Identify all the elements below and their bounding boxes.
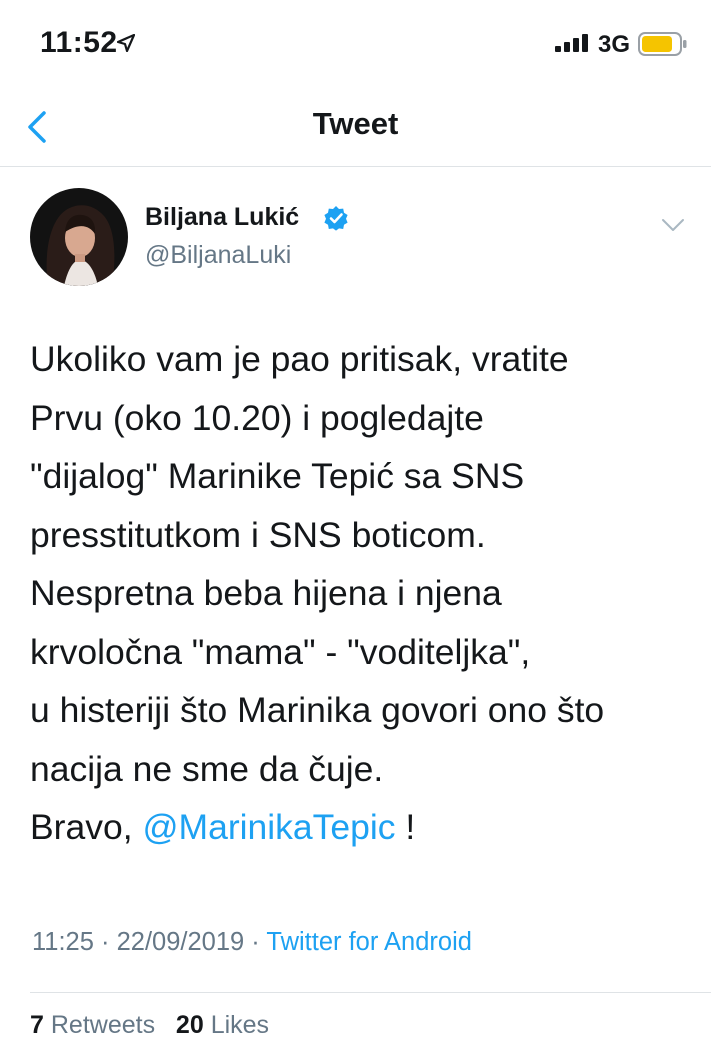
avatar[interactable] xyxy=(30,188,128,286)
retweets-count: 7 xyxy=(30,1011,44,1039)
author-name[interactable]: Biljana Lukić xyxy=(145,203,299,232)
verified-badge-icon xyxy=(323,205,349,236)
chevron-down-icon xyxy=(662,219,684,231)
signal-bars-icon xyxy=(555,34,589,57)
tweet-line-prefix: Bravo, xyxy=(30,807,143,847)
author-handle[interactable]: @BiljanaLuki xyxy=(145,241,291,270)
tweet-text: Ukoliko vam je pao pritisak, vratite Prv… xyxy=(30,330,690,857)
tweet-line: presstitutkom i SNS boticom. xyxy=(30,514,486,555)
tweet-line-suffix: ! xyxy=(395,807,416,847)
tweet-time: 11:25 xyxy=(32,928,94,956)
tweet-line: u histeriji što Marinika govori ono što xyxy=(30,690,605,730)
status-time: 11:52 xyxy=(40,26,118,59)
battery-icon xyxy=(638,32,688,61)
divider xyxy=(30,992,711,993)
tweet-source-link[interactable]: Twitter for Android xyxy=(266,928,472,956)
mention-link[interactable]: @MarinikaTepic xyxy=(142,807,395,847)
status-bar: 11:52 3G xyxy=(0,0,711,90)
tweet-line: Prvu (oko 10.20) i pogledajte xyxy=(30,397,484,438)
nav-bar: Tweet xyxy=(0,90,711,167)
likes-label: Likes xyxy=(210,1011,270,1039)
more-options-button[interactable] xyxy=(660,212,686,238)
meta-separator: · xyxy=(93,928,117,956)
tweet-stats: 7 Retweets 20 Likes xyxy=(30,1011,269,1040)
location-arrow-icon xyxy=(116,33,136,57)
tweet-line: "dijalog" Marinike Tepić sa SNS xyxy=(30,456,525,496)
retweets-stat[interactable]: 7 Retweets xyxy=(30,1011,155,1039)
tweet-line: Ukoliko vam je pao pritisak, vratite xyxy=(30,339,569,379)
page-title: Tweet xyxy=(312,106,399,141)
tweet-meta: 11:25 · 22/09/2019 · Twitter for Android xyxy=(32,928,472,957)
tweet-line: Nespretna beba hijena i njena xyxy=(30,573,502,613)
meta-separator: · xyxy=(244,928,267,956)
retweets-label: Retweets xyxy=(50,1011,156,1039)
tweet-date: 22/09/2019 xyxy=(116,928,245,956)
tweet-line: nacija ne sme da čuje. xyxy=(30,748,384,789)
likes-stat[interactable]: 20 Likes xyxy=(176,1011,269,1039)
network-type: 3G xyxy=(598,31,631,58)
likes-count: 20 xyxy=(175,1011,204,1039)
tweet-line: krvoločna "mama" - "voditeljka", xyxy=(30,631,531,672)
tweet-line-last: Bravo, @MarinikaTepic ! xyxy=(30,798,690,857)
